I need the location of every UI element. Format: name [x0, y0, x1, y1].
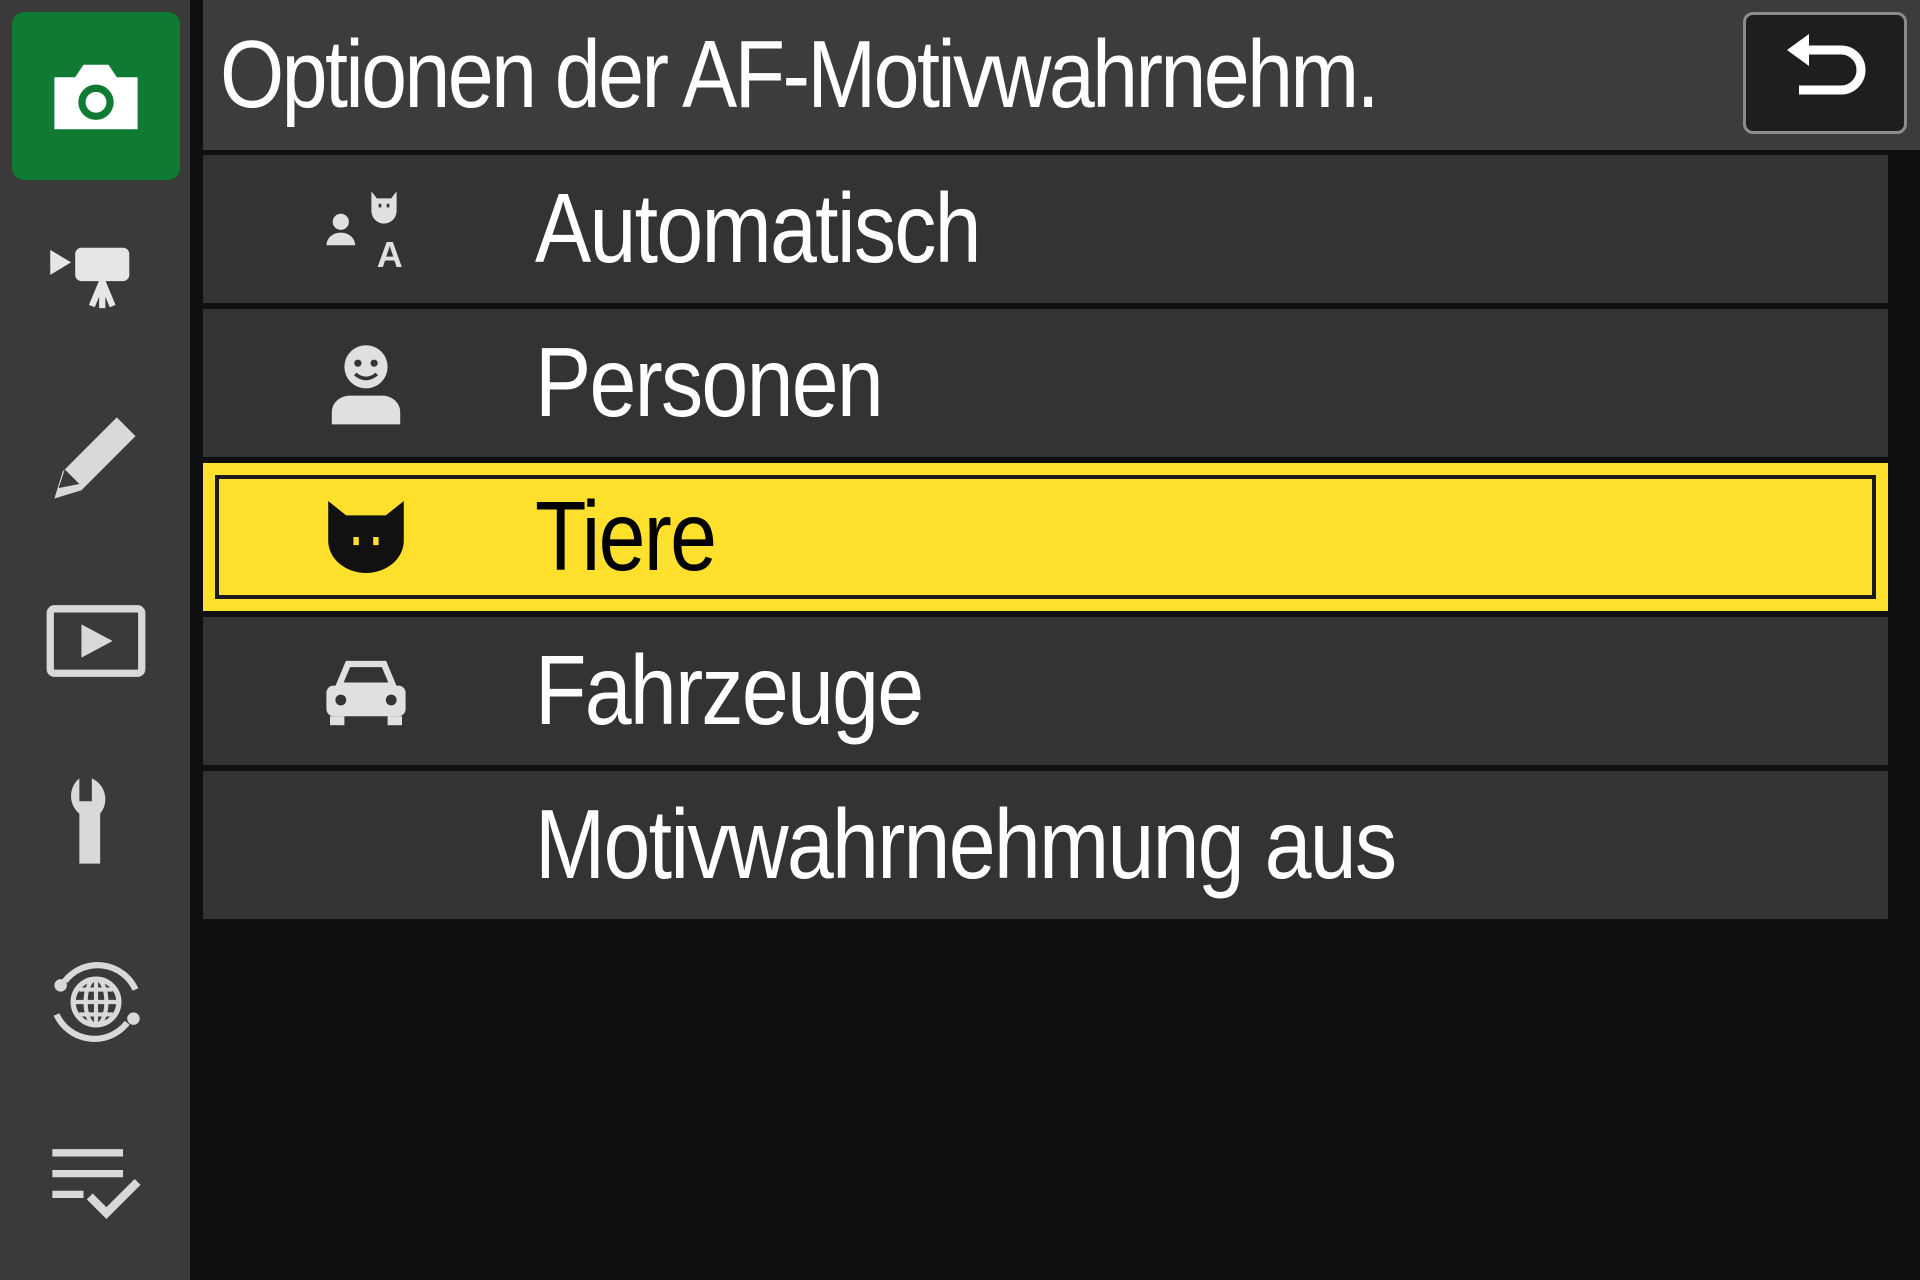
camera-icon [54, 64, 138, 130]
menu-item-label: Tiere [535, 481, 717, 591]
menu-item-label: Personen [535, 327, 884, 437]
sidebar-item-playback[interactable] [12, 556, 180, 724]
return-arrow-icon [1787, 34, 1866, 95]
back-button[interactable] [1743, 12, 1907, 134]
page-title: Optionen der AF-Motivwahrnehm. [220, 21, 1380, 128]
selection-frame [215, 475, 1876, 599]
sidebar-item-video-recording[interactable] [12, 195, 180, 363]
sidebar-item-network[interactable] [12, 918, 180, 1086]
menu-item-detection-off[interactable]: Motivwahrnehmung aus [203, 771, 1888, 919]
svg-text:A: A [377, 234, 403, 274]
network-globe-icon [53, 962, 140, 1042]
my-menu-checklist-icon [52, 1149, 141, 1220]
menu-item-label: Fahrzeuge [535, 635, 924, 745]
menu-item-auto[interactable]: A Automatisch [203, 155, 1888, 303]
menu-item-label: Motivwahrnehmung aus [535, 789, 1397, 899]
menu-item-people[interactable]: Personen [203, 309, 1888, 457]
playback-icon [46, 605, 146, 677]
wrench-icon [71, 778, 106, 864]
pencil-icon [54, 417, 136, 499]
sidebar-item-my-menu[interactable] [12, 1100, 180, 1268]
person-icon [331, 345, 401, 425]
car-icon [326, 660, 406, 726]
menu-item-label: Automatisch [535, 173, 982, 283]
sidebar-item-custom-settings[interactable] [12, 375, 180, 543]
header: Optionen der AF-Motivwahrnehm. [203, 0, 1920, 150]
menu-item-vehicles[interactable]: Fahrzeuge [203, 617, 1888, 765]
sidebar-item-setup[interactable] [12, 738, 180, 906]
sidebar [0, 0, 190, 1280]
movie-camera-icon [50, 247, 130, 309]
menu-item-animals[interactable]: Tiere [203, 463, 1888, 611]
auto-subject-icon: A [326, 191, 403, 274]
sidebar-item-photo-shooting[interactable] [12, 12, 180, 180]
animal-icon [328, 501, 404, 573]
